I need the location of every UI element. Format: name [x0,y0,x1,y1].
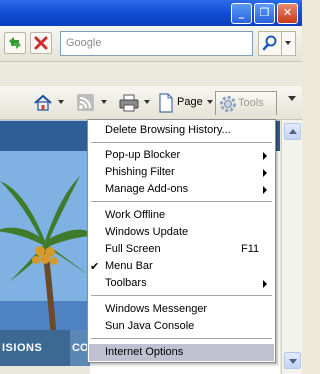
menu-item-label: Work Offline [105,209,166,221]
search-icon [262,35,277,51]
menu-separator [91,338,272,339]
menu-item-popup-blocker[interactable]: Pop-up Blocker [89,147,274,164]
minimize-button[interactable]: _ [231,3,252,24]
page-menu-button[interactable]: Page [155,91,215,115]
vertical-scrollbar[interactable] [281,120,302,374]
page-footer-strip [0,366,90,374]
menu-item-label: Sun Java Console [105,320,195,332]
home-icon [34,94,52,111]
maximize-icon: ❐ [259,6,270,19]
close-icon: ✕ [282,6,293,19]
chevron-down-icon[interactable] [288,96,296,101]
submenu-arrow-icon [263,152,267,160]
tools-menu-label: Tools [238,97,264,109]
menu-item-label: Delete Browsing History... [105,124,231,136]
menu-item-windows-messenger[interactable]: Windows Messenger [89,301,274,318]
menu-item-toolbars[interactable]: Toolbars [89,275,274,292]
submenu-arrow-icon [263,280,267,288]
menu-item-label: Windows Messenger [105,303,208,315]
search-input[interactable]: Google [60,31,253,56]
chevron-down-icon [289,359,297,364]
scroll-up-button[interactable] [284,123,301,140]
menu-item-label: Manage Add-ons [105,183,189,195]
menu-item-label: Phishing Filter [105,166,175,178]
menu-item-phishing-filter[interactable]: Phishing Filter [89,164,274,181]
tools-menu-button[interactable]: Tools [215,91,277,115]
print-button[interactable] [117,91,153,115]
menu-item-label: Toolbars [105,277,147,289]
menu-item-delete-browsing-history[interactable]: Delete Browsing History... [89,122,274,139]
checkmark-icon: ✔ [90,260,100,273]
submenu-arrow-icon [263,186,267,194]
menu-item-label: Windows Update [105,226,189,238]
chevron-down-icon [144,100,150,104]
menu-item-label: Internet Options [105,346,184,358]
menu-item-internet-options[interactable]: Internet Options [89,344,274,361]
menu-item-windows-update[interactable]: Windows Update [89,224,274,241]
search-options-dropdown[interactable] [282,31,296,56]
menu-item-sun-java-console[interactable]: Sun Java Console [89,318,274,335]
chevron-up-icon [289,129,297,134]
page-menu-label: Page [177,96,203,108]
refresh-icon [9,37,21,49]
command-bar: Page Tools [0,86,302,120]
submenu-arrow-icon [263,169,267,177]
stop-icon [34,36,48,50]
menu-item-label: Menu Bar [105,260,153,272]
menu-item-manage-addons[interactable]: Manage Add-ons [89,181,274,198]
maximize-button[interactable]: ❐ [254,3,275,24]
page-icon [159,93,173,113]
menu-separator [91,142,272,143]
chevron-down-icon [207,100,213,104]
refresh-button[interactable] [4,32,26,54]
menu-item-full-screen[interactable]: Full Screen F11 [89,241,274,258]
rss-feed-icon [77,94,94,111]
window-title-bar: _ ❐ ✕ [0,0,302,26]
tools-dropdown-menu: Delete Browsing History... Pop-up Blocke… [87,119,276,363]
feeds-button[interactable] [74,91,110,115]
menu-item-label: Full Screen [105,243,161,255]
stop-button[interactable] [30,32,52,54]
navigation-bar: Google [0,26,302,62]
palm-tree-photo [0,151,90,351]
search-button[interactable] [258,31,282,56]
menu-item-menu-bar[interactable]: ✔ Menu Bar [89,258,274,275]
menu-separator [91,295,272,296]
scroll-down-button[interactable] [284,352,301,369]
menu-separator [91,201,272,202]
chevron-down-icon [58,100,64,104]
home-button[interactable] [30,91,66,115]
tab-strip [0,62,302,86]
printer-icon [119,94,139,112]
chevron-down-icon [285,41,291,45]
gear-icon [220,96,236,112]
minimize-icon: _ [238,6,245,19]
chevron-down-icon [101,100,107,104]
close-button[interactable]: ✕ [277,3,298,24]
site-nav-tab[interactable]: ISIONS [0,330,70,366]
menu-item-label: Pop-up Blocker [105,149,181,161]
menu-item-shortcut: F11 [241,243,260,255]
menu-item-work-offline[interactable]: Work Offline [89,207,274,224]
